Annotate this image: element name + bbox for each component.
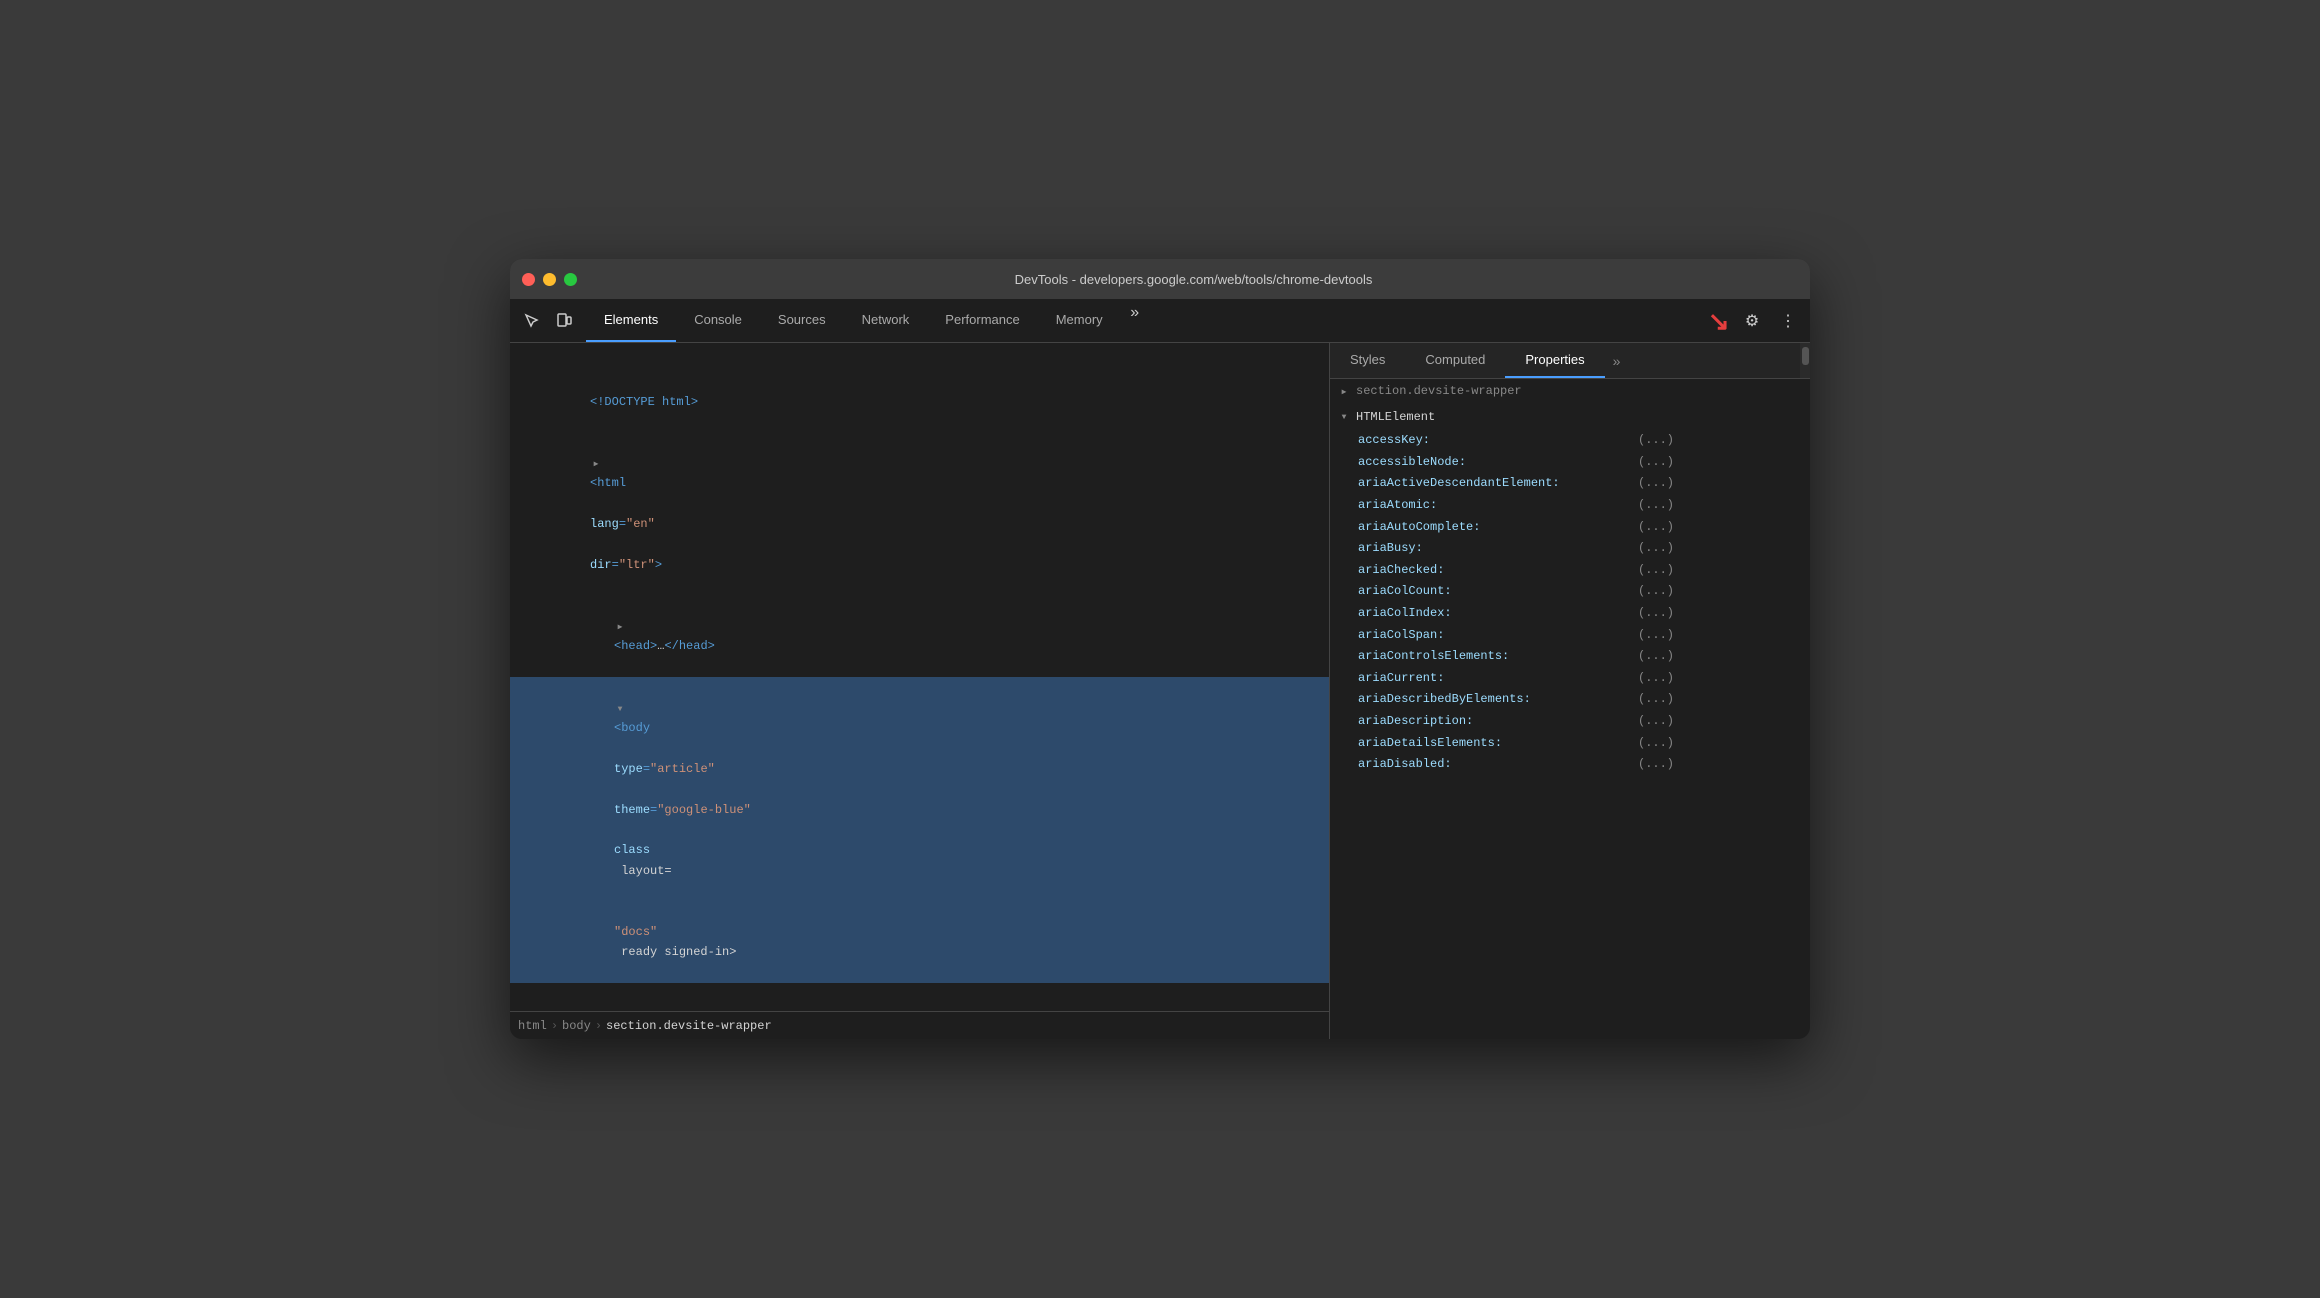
breadcrumb-section[interactable]: section.devsite-wrapper	[606, 1019, 772, 1033]
properties-panel[interactable]: section.devsite-wrapper HTMLElement acce…	[1330, 379, 1810, 1039]
dom-line-body-cont: "docs" ready signed-in>	[510, 902, 1329, 984]
devtools-window: DevTools - developers.google.com/web/too…	[510, 259, 1810, 1039]
toolbar-tabs: Elements Console Sources Network Perform…	[586, 299, 1149, 342]
scrollbar-thumb	[1802, 347, 1809, 365]
triangle-icon[interactable]	[1338, 384, 1350, 400]
dom-line-head[interactable]: <head>…</head>	[510, 596, 1329, 678]
prop-row-ariabusy: ariaBusy: (...)	[1330, 538, 1810, 560]
prop-row-ariacolindex: ariaColIndex: (...)	[1330, 603, 1810, 625]
window-title: DevTools - developers.google.com/web/too…	[589, 272, 1798, 287]
tab-memory[interactable]: Memory	[1038, 299, 1121, 342]
prop-row-ariacontrolselements: ariaControlsElements: (...)	[1330, 646, 1810, 668]
minimize-button[interactable]	[543, 273, 556, 286]
right-panel: Styles Computed Properties »	[1330, 343, 1810, 1039]
right-overflow-button[interactable]: »	[1605, 343, 1629, 378]
tab-console[interactable]: Console	[676, 299, 760, 342]
prop-row-ariadescribedelements: ariaDescribedByElements: (...)	[1330, 689, 1810, 711]
prop-row-ariaatomic: ariaAtomic: (...)	[1330, 495, 1810, 517]
maximize-button[interactable]	[564, 273, 577, 286]
prop-section-devsite-wrapper[interactable]: section.devsite-wrapper	[1330, 379, 1810, 405]
dock-icon: ↙	[1708, 308, 1730, 334]
triangle-icon[interactable]	[1338, 409, 1350, 425]
toolbar-icon-group	[518, 307, 578, 335]
tab-network[interactable]: Network	[844, 299, 928, 342]
prop-row-ariadetailselements: ariaDetailsElements: (...)	[1330, 733, 1810, 755]
tab-elements[interactable]: Elements	[586, 299, 676, 342]
right-panel-tabs: Styles Computed Properties »	[1330, 343, 1810, 379]
section-name: HTMLElement	[1356, 407, 1435, 429]
dom-panel: <!DOCTYPE html> <html lang="en" dir="ltr…	[510, 343, 1330, 1039]
prop-row-ariachecked: ariaChecked: (...)	[1330, 560, 1810, 582]
breadcrumb: html › body › section.devsite-wrapper	[510, 1011, 1329, 1039]
prop-row-ariaactivedescendant: ariaActiveDescendantElement: (...)	[1330, 473, 1810, 495]
dom-line-doctype: <!DOCTYPE html>	[510, 351, 1329, 433]
prop-row-accessiblenode: accessibleNode: (...)	[1330, 452, 1810, 474]
prop-row-ariaautocomplete: ariaAutoComplete: (...)	[1330, 517, 1810, 539]
prop-row-ariacolspan: ariaColSpan: (...)	[1330, 625, 1810, 647]
breadcrumb-body[interactable]: body	[562, 1019, 591, 1033]
section-name: section.devsite-wrapper	[1356, 381, 1522, 403]
settings-button[interactable]: ⚙	[1738, 307, 1766, 335]
prop-section-htmlelement[interactable]: HTMLElement	[1330, 405, 1810, 431]
tab-styles[interactable]: Styles	[1330, 343, 1405, 378]
prop-row-ariacurrent: ariaCurrent: (...)	[1330, 668, 1810, 690]
traffic-lights	[522, 273, 577, 286]
dom-line-devsite-progress[interactable]: <devsite-progress id="app-progress"></de…	[510, 983, 1329, 1011]
dom-tree[interactable]: <!DOCTYPE html> <html lang="en" dir="ltr…	[510, 343, 1329, 1011]
scrollbar-area	[1800, 343, 1810, 378]
toolbar-right: ↙ ⚙ ⋮	[1708, 307, 1802, 335]
toolbar-overflow-button[interactable]: »	[1121, 299, 1149, 327]
prop-row-accesskey: accessKey: (...)	[1330, 430, 1810, 452]
titlebar: DevTools - developers.google.com/web/too…	[510, 259, 1810, 299]
prop-row-ariacolcount: ariaColCount: (...)	[1330, 581, 1810, 603]
dom-line-body[interactable]: <body type="article" theme="google-blue"…	[510, 677, 1329, 901]
tab-properties[interactable]: Properties	[1505, 343, 1604, 378]
more-options-button[interactable]: ⋮	[1774, 307, 1802, 335]
triangle-icon[interactable]	[614, 698, 626, 718]
main-area: <!DOCTYPE html> <html lang="en" dir="ltr…	[510, 343, 1810, 1039]
triangle-icon[interactable]	[614, 616, 626, 636]
toolbar: Elements Console Sources Network Perform…	[510, 299, 1810, 343]
close-button[interactable]	[522, 273, 535, 286]
dom-line-html[interactable]: <html lang="en" dir="ltr">	[510, 433, 1329, 596]
inspect-element-icon[interactable]	[518, 307, 546, 335]
device-toolbar-icon[interactable]	[550, 307, 578, 335]
tab-computed[interactable]: Computed	[1405, 343, 1505, 378]
prop-row-ariadisabled: ariaDisabled: (...)	[1330, 754, 1810, 776]
tab-sources[interactable]: Sources	[760, 299, 844, 342]
prop-row-ariadescription: ariaDescription: (...)	[1330, 711, 1810, 733]
tab-performance[interactable]: Performance	[927, 299, 1037, 342]
breadcrumb-html[interactable]: html	[518, 1019, 547, 1033]
triangle-icon[interactable]	[590, 453, 602, 473]
